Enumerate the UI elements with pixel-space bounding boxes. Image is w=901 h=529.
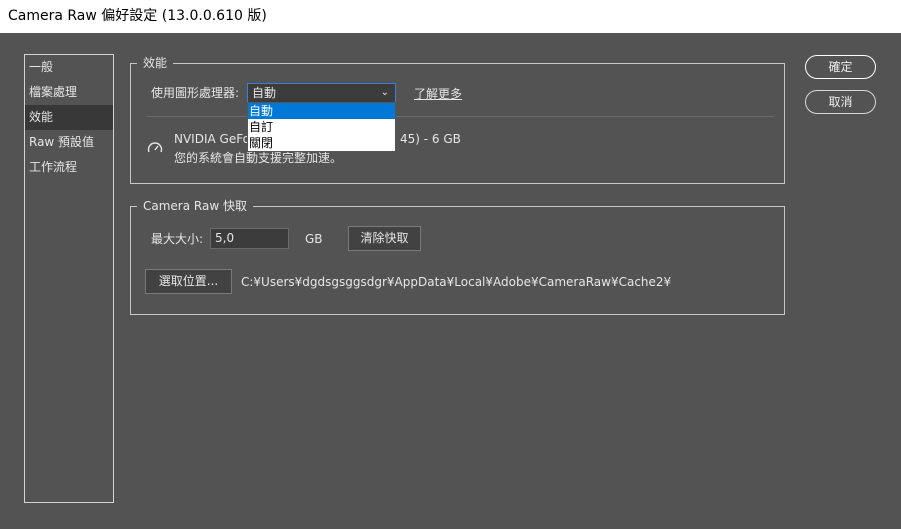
cache-legend: Camera Raw 快取: [137, 199, 253, 213]
acceleration-status: 您的系統會自動支援完整加速。: [174, 151, 343, 165]
sidebar: 一般 檔案處理 效能 Raw 預設值 工作流程: [24, 54, 114, 503]
sidebar-item-general[interactable]: 一般: [25, 55, 113, 80]
cache-group: Camera Raw 快取: [130, 199, 785, 315]
learn-more-link[interactable]: 了解更多: [414, 85, 462, 102]
max-size-input[interactable]: 5,0: [210, 228, 289, 249]
speedometer-icon: [147, 142, 163, 153]
dropdown-option-custom[interactable]: 自訂: [248, 119, 395, 135]
dropdown-option-off[interactable]: 關閉: [248, 135, 395, 151]
ok-button[interactable]: 確定: [805, 55, 876, 79]
cancel-button[interactable]: 取消: [805, 90, 876, 114]
gpu-name-right: 45) - 6 GB: [400, 132, 461, 146]
purge-cache-button[interactable]: 清除快取: [348, 226, 421, 251]
size-unit: GB: [305, 232, 323, 246]
gpu-select-value: 自動: [252, 86, 277, 100]
sidebar-item-performance[interactable]: 效能: [25, 105, 113, 130]
performance-legend: 效能: [137, 56, 174, 70]
gpu-name-left: NVIDIA GeFo: [174, 132, 251, 146]
gpu-dropdown-list: 自動 自訂 關閉: [247, 102, 396, 152]
gpu-select[interactable]: 自動 ⌄: [247, 83, 396, 103]
choose-location-button[interactable]: 選取位置...: [145, 269, 232, 294]
window-title: Camera Raw 偏好設定 (13.0.0.610 版): [0, 0, 901, 33]
chevron-down-icon: ⌄: [380, 87, 389, 98]
gpu-label: 使用圖形處理器:: [151, 86, 240, 100]
performance-divider: [147, 116, 774, 117]
cache-path: C:¥Users¥dgdsgsggsdgr¥AppData¥Local¥Adob…: [241, 275, 672, 289]
sidebar-item-workflows[interactable]: 工作流程: [25, 155, 113, 180]
max-size-label: 最大大小:: [151, 232, 204, 246]
sidebar-item-file-handling[interactable]: 檔案處理: [25, 80, 113, 105]
sidebar-item-raw-defaults[interactable]: Raw 預設值: [25, 130, 113, 155]
dropdown-option-auto[interactable]: 自動: [248, 103, 395, 119]
